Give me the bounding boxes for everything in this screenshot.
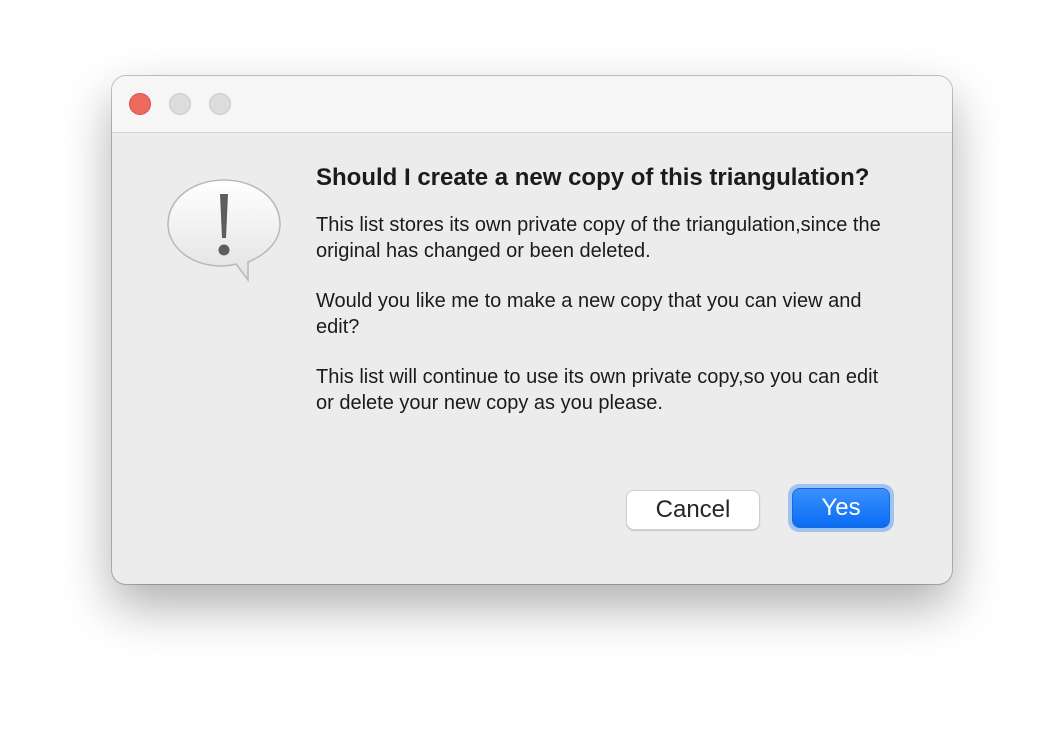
minimize-window-button[interactable] [169, 93, 191, 115]
alert-title: Should I create a new copy of this trian… [316, 164, 870, 191]
alert-message-1: This list stores its own private copy of… [316, 214, 881, 262]
alert-content: Should I create a new copy of this trian… [316, 162, 886, 416]
alert-dialog-window: Should I create a new copy of this trian… [112, 76, 952, 584]
zoom-window-button[interactable] [209, 93, 231, 115]
close-window-button[interactable] [129, 93, 151, 115]
title-bar [112, 76, 952, 133]
alert-message-2: Would you like me to make a new copy tha… [316, 290, 862, 338]
alert-message-3: This list will continue to use its own p… [316, 366, 879, 414]
yes-button[interactable]: Yes [792, 488, 890, 528]
cancel-button[interactable]: Cancel [626, 490, 760, 530]
caution-speech-bubble-icon [164, 176, 284, 286]
